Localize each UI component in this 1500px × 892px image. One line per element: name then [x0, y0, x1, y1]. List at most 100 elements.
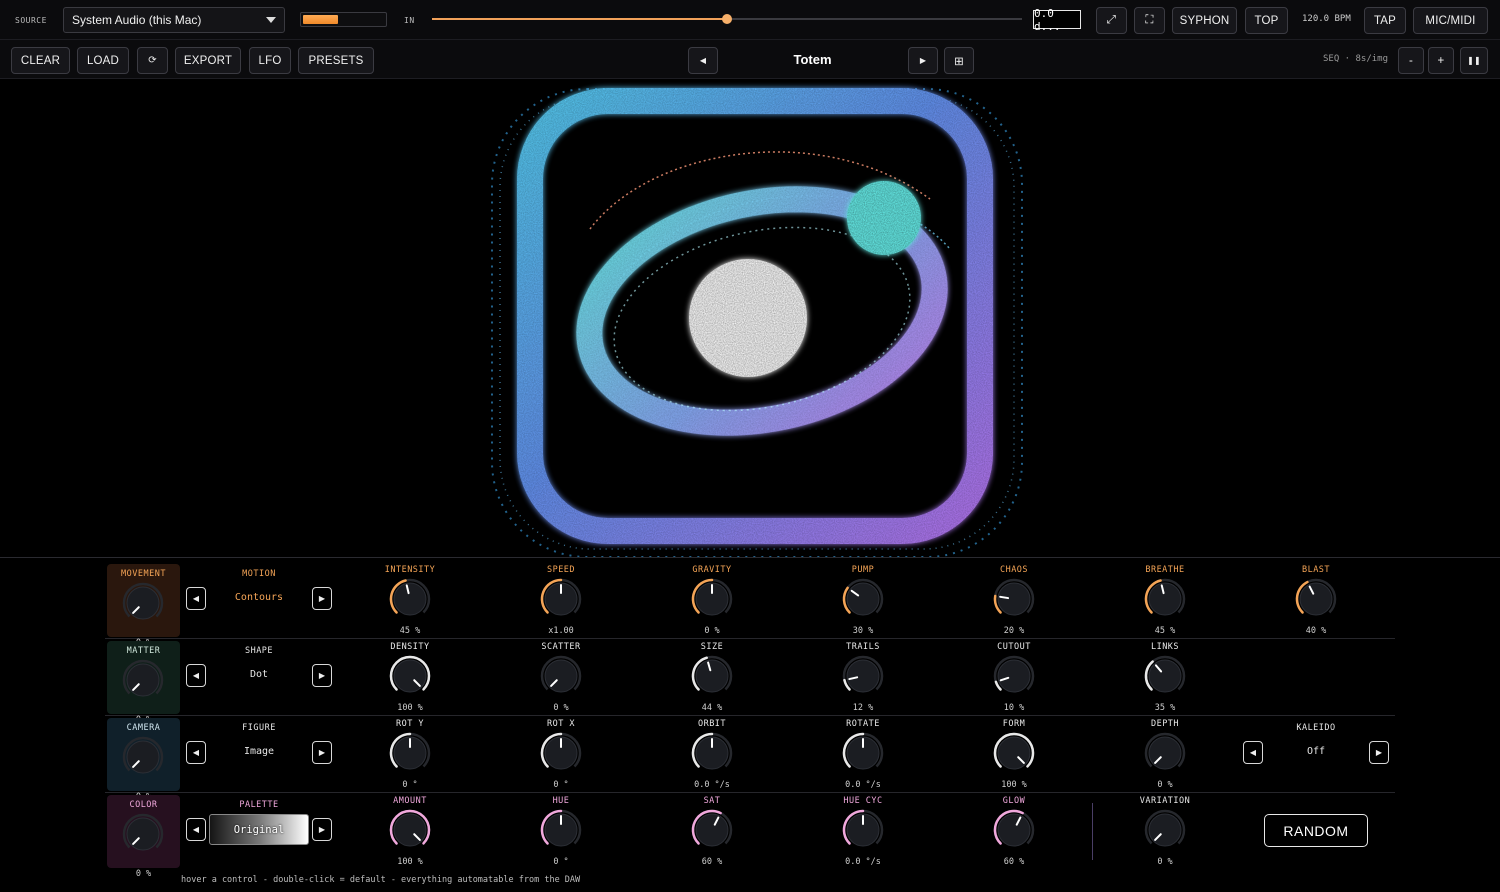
- blast-dial[interactable]: [1294, 577, 1338, 621]
- presets-button[interactable]: PRESETS: [298, 47, 374, 74]
- pump-knob[interactable]: [841, 577, 885, 621]
- color-macro-dial[interactable]: [121, 812, 165, 856]
- intensity-knob[interactable]: [388, 577, 432, 621]
- camera-macro-dial[interactable]: [121, 735, 165, 779]
- input-gain-slider[interactable]: [432, 14, 1022, 24]
- gravity-knob[interactable]: [690, 577, 734, 621]
- movement-selector-value[interactable]: Contours: [204, 592, 314, 603]
- breathe-dial[interactable]: [1143, 577, 1187, 621]
- intensity-dial[interactable]: [388, 577, 432, 621]
- clear-button[interactable]: CLEAR: [11, 47, 70, 74]
- cutout-knob[interactable]: [992, 654, 1036, 698]
- matter-macro-dial[interactable]: [121, 658, 165, 702]
- speed-dial[interactable]: [539, 577, 583, 621]
- size-dial[interactable]: [690, 654, 734, 698]
- camera-selector-value[interactable]: Image: [204, 746, 314, 757]
- seq-plus-button[interactable]: +: [1428, 47, 1454, 74]
- amount-dial[interactable]: [388, 808, 432, 852]
- rot-x-knob[interactable]: [539, 731, 583, 775]
- camera-selector-next-button[interactable]: ▶: [312, 741, 332, 764]
- pause-button[interactable]: ❚❚: [1460, 47, 1488, 74]
- source-select[interactable]: System Audio (this Mac): [63, 7, 285, 33]
- matter-selector-prev-button[interactable]: ◀: [186, 664, 206, 687]
- rotate-dial[interactable]: [841, 731, 885, 775]
- kaleido-next-button[interactable]: ▶: [1369, 741, 1389, 764]
- hue-cyc-dial[interactable]: [841, 808, 885, 852]
- pump-label: PUMP: [851, 565, 875, 575]
- depth-dial[interactable]: [1143, 731, 1187, 775]
- reload-button[interactable]: ⟳: [137, 47, 168, 74]
- hue-dial[interactable]: [539, 808, 583, 852]
- scatter-knob[interactable]: [539, 654, 583, 698]
- camera-category[interactable]: CAMERA0 %: [107, 718, 180, 802]
- matter-category[interactable]: MATTER0 %: [107, 641, 180, 725]
- trails-dial[interactable]: [841, 654, 885, 698]
- form-dial[interactable]: [992, 731, 1036, 775]
- kaleido-value[interactable]: Off: [1261, 746, 1371, 757]
- links-dial[interactable]: [1143, 654, 1187, 698]
- gain-readout[interactable]: 0.0 d...: [1033, 7, 1081, 33]
- top-button[interactable]: TOP: [1245, 7, 1288, 34]
- hue-knob[interactable]: [539, 808, 583, 852]
- cutout-dial[interactable]: [992, 654, 1036, 698]
- export-button[interactable]: EXPORT: [175, 47, 241, 74]
- depth-knob[interactable]: [1143, 731, 1187, 775]
- color-selector-prev-button[interactable]: ◀: [186, 818, 206, 841]
- density-dial[interactable]: [388, 654, 432, 698]
- rotate-knob[interactable]: [841, 731, 885, 775]
- rot-y-knob[interactable]: [388, 731, 432, 775]
- visual-canvas[interactable]: [0, 79, 1500, 557]
- matter-selector-next-button[interactable]: ▶: [312, 664, 332, 687]
- breathe-knob[interactable]: [1143, 577, 1187, 621]
- rot-y-dial[interactable]: [388, 731, 432, 775]
- sat-knob[interactable]: [690, 808, 734, 852]
- color-selector-next-button[interactable]: ▶: [312, 818, 332, 841]
- hue-cyc-knob[interactable]: [841, 808, 885, 852]
- tap-button[interactable]: TAP: [1364, 7, 1406, 34]
- movement-selector-next-button[interactable]: ▶: [312, 587, 332, 610]
- camera-selector-prev-button[interactable]: ◀: [186, 741, 206, 764]
- speed-knob[interactable]: [539, 577, 583, 621]
- grid-view-button[interactable]: ⊞: [944, 47, 974, 74]
- pump-dial[interactable]: [841, 577, 885, 621]
- glow-knob[interactable]: [992, 808, 1036, 852]
- mic-midi-button[interactable]: MIC/MIDI: [1413, 7, 1488, 34]
- orbit-dial[interactable]: [690, 731, 734, 775]
- color-category[interactable]: COLOR 0 %: [107, 795, 180, 879]
- fullscreen-button[interactable]: ⛶: [1134, 7, 1165, 34]
- expand-button[interactable]: ⤢: [1096, 7, 1127, 34]
- chevron-right-icon: ▶: [318, 671, 326, 680]
- amount-knob[interactable]: [388, 808, 432, 852]
- lfo-button[interactable]: LFO: [249, 47, 291, 74]
- size-knob[interactable]: [690, 654, 734, 698]
- variation-knob[interactable]: [1143, 808, 1187, 852]
- form-knob[interactable]: [992, 731, 1036, 775]
- chaos-knob[interactable]: [992, 577, 1036, 621]
- syphon-button[interactable]: SYPHON: [1172, 7, 1237, 34]
- density-knob[interactable]: [388, 654, 432, 698]
- blast-knob[interactable]: [1294, 577, 1338, 621]
- input-gain-slider-thumb[interactable]: [722, 14, 732, 24]
- orbit-knob[interactable]: [690, 731, 734, 775]
- random-button[interactable]: RANDOM: [1264, 814, 1368, 847]
- trails-knob[interactable]: [841, 654, 885, 698]
- chaos-dial[interactable]: [992, 577, 1036, 621]
- links-knob[interactable]: [1143, 654, 1187, 698]
- variation-dial[interactable]: [1143, 808, 1187, 852]
- seq-minus-button[interactable]: -: [1398, 47, 1424, 74]
- next-preset-button[interactable]: ▶: [908, 47, 938, 74]
- movement-category[interactable]: MOVEMENT0 %: [107, 564, 180, 648]
- movement-selector-prev-button[interactable]: ◀: [186, 587, 206, 610]
- kaleido-prev-button[interactable]: ◀: [1243, 741, 1263, 764]
- matter-selector-value[interactable]: Dot: [204, 669, 314, 680]
- glow-dial[interactable]: [992, 808, 1036, 852]
- load-button[interactable]: LOAD: [77, 47, 129, 74]
- rot-x-dial[interactable]: [539, 731, 583, 775]
- movement-macro-dial[interactable]: [121, 581, 165, 625]
- sat-dial[interactable]: [690, 808, 734, 852]
- prev-preset-button[interactable]: ◀: [688, 47, 718, 74]
- palette-preview[interactable]: Original: [209, 814, 309, 845]
- scatter-dial[interactable]: [539, 654, 583, 698]
- gravity-dial[interactable]: [690, 577, 734, 621]
- density-knob-body: [393, 659, 427, 693]
